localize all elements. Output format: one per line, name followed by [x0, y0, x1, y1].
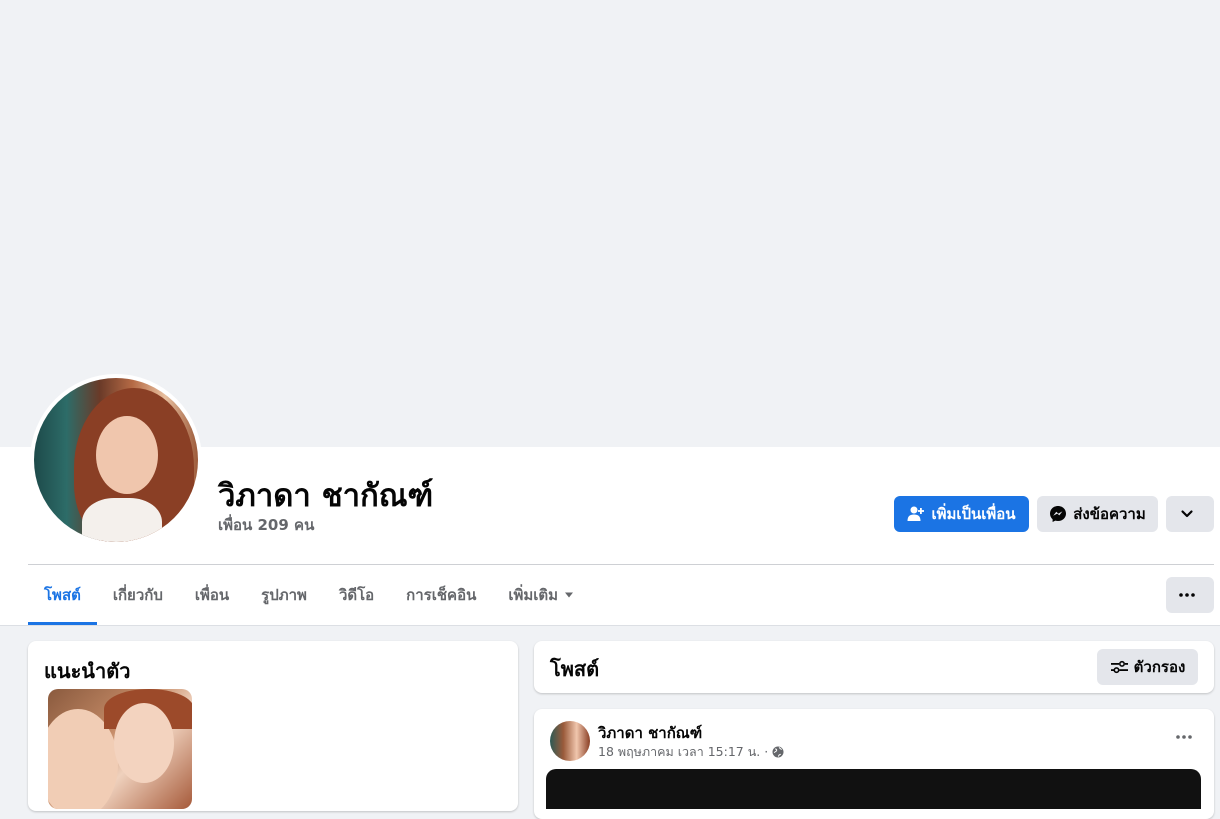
tabs-more-options-button[interactable] [1166, 577, 1214, 613]
tab-photos[interactable]: รูปภาพ [245, 565, 323, 625]
filter-button[interactable]: ตัวกรอง [1097, 649, 1198, 685]
tab-about[interactable]: เกี่ยวกับ [97, 565, 179, 625]
add-friend-button[interactable]: เพิ่มเป็นเพื่อน [894, 496, 1029, 532]
post-card: วิภาดา ชากัณฑ์ 18 พฤษภาคม เวลา 15:17 น. … [534, 709, 1214, 819]
messenger-icon [1050, 506, 1067, 522]
globe-icon[interactable] [772, 746, 784, 758]
ellipsis-icon [1179, 593, 1195, 597]
tab-checkins[interactable]: การเช็คอิน [390, 565, 492, 625]
chevron-down-icon [1181, 510, 1193, 518]
message-button[interactable]: ส่งข้อความ [1037, 496, 1158, 532]
post-timestamp[interactable]: 18 พฤษภาคม เวลา 15:17 น. · [598, 742, 768, 762]
profile-avatar[interactable] [30, 374, 202, 546]
posts-title: โพสต์ [550, 657, 600, 681]
cover-photo[interactable] [0, 0, 1220, 447]
post-media[interactable] [546, 769, 1201, 809]
filter-label: ตัวกรอง [1133, 658, 1186, 676]
tab-more[interactable]: เพิ่มเติม [492, 565, 590, 625]
tab-videos[interactable]: วิดีโอ [323, 565, 390, 625]
friends-count-link[interactable]: เพื่อน 209 คน [218, 513, 314, 537]
add-friend-icon [907, 506, 925, 521]
tab-friends[interactable]: เพื่อน [179, 565, 245, 625]
profile-tabs: โพสต์ เกี่ยวกับ เพื่อน รูปภาพ วิดีโอ การ… [28, 565, 590, 625]
filter-icon [1110, 660, 1128, 674]
featured-photo[interactable] [48, 689, 192, 809]
tab-posts[interactable]: โพสต์ [28, 565, 97, 625]
intro-card: แนะนำตัว [28, 641, 518, 811]
add-friend-label: เพิ่มเป็นเพื่อน [931, 505, 1016, 523]
message-label: ส่งข้อความ [1073, 505, 1146, 523]
post-options-button[interactable] [1168, 725, 1200, 749]
posts-header-card: โพสต์ ตัวกรอง [534, 641, 1214, 693]
post-meta: 18 พฤษภาคม เวลา 15:17 น. · [598, 742, 784, 762]
post-author-avatar[interactable] [550, 721, 590, 761]
profile-options-button[interactable] [1166, 496, 1214, 532]
profile-photo [34, 378, 198, 542]
caret-down-icon [565, 592, 574, 598]
ellipsis-icon [1176, 735, 1192, 739]
intro-title: แนะนำตัว [44, 659, 131, 683]
